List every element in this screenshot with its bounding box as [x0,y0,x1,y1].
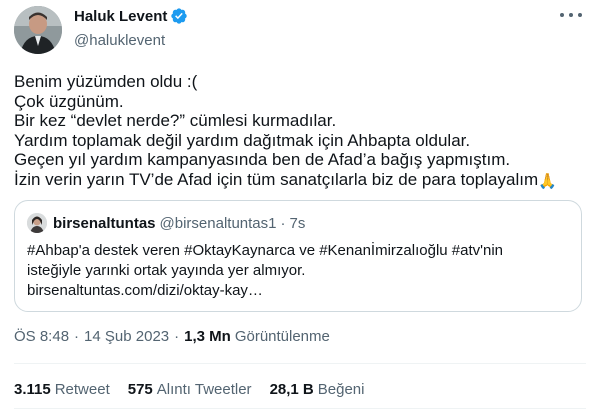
author-handle[interactable]: @haluklevent [74,32,188,49]
views-count: 1,3 Mn [184,328,231,345]
quoted-author-handle: @birsenaltuntas1 [159,214,277,232]
quoted-time: 7s [289,214,306,232]
quote-tweets-link[interactable]: 575 Alıntı Tweetler [128,381,252,398]
divider [14,363,586,364]
folded-hands-emoji-icon: 🙏 [538,172,557,190]
likes-count: 28,1 B [269,381,314,398]
tweet-card: Haluk Levent @haluklevent Benim yüzümden… [0,0,600,418]
author-name[interactable]: Haluk Levent [74,8,167,25]
likes-label: Beğeni [317,381,365,398]
quoted-separator: · [280,214,286,232]
tweet-line: Yardım toplamak değil yardım dağıtmak iç… [14,130,471,150]
retweets-label: Retweet [54,381,110,398]
tweet-meta: ÖS 8:48 · 14 Şub 2023 · 1,3 Mn Görüntüle… [14,328,330,345]
tweet-line-last: İzin verin yarın TV’de Afad için tüm san… [14,170,594,192]
retweets-count: 3.115 [14,381,51,398]
likes-link[interactable]: 28,1 B Beğeni [270,381,365,398]
quoted-link: birsenaltuntas.com/dizi/oktay-kay… [27,282,263,299]
divider [14,408,586,409]
tweet-date[interactable]: 14 Şub 2023 [84,328,169,345]
quoted-line: isteğiyle yarınki ortak yayında yer almı… [27,262,306,279]
retweets-link[interactable]: 3.115 Retweet [14,381,110,398]
quoted-tweet[interactable]: birsenaltuntas @birsenaltuntas1 · 7s #Ah… [14,200,582,312]
verified-badge-icon[interactable] [170,7,188,25]
more-options-icon[interactable] [560,8,582,22]
name-row: Haluk Levent [74,6,188,26]
quotes-label: Alıntı Tweetler [156,381,252,398]
avatar-photo [14,6,62,54]
views-label: Görüntülenme [234,328,330,345]
meta-separator: · [174,328,180,345]
quoted-tweet-header: birsenaltuntas @birsenaltuntas1 · 7s [27,213,305,233]
quoted-tweet-text: #Ahbap'a destek veren #OktayKaynarca ve … [27,241,567,301]
tweet-line: Bir kez “devlet nerde?” cümlesi kurmadıl… [14,111,337,130]
tweet-line: Geçen yıl yardım kampanyasında ben de Af… [14,150,511,169]
tweet-line: Çok üzgünüm. [14,91,124,111]
tweet-text: Benim yüzümden oldu :( Çok üzgünüm. Bir … [14,72,594,191]
tweet-line: Benim yüzümden oldu :( [14,72,198,91]
tweet-line-text: İzin verin yarın TV’de Afad için tüm san… [14,169,539,189]
tweet-time[interactable]: ÖS 8:48 [14,328,69,345]
quoted-author-avatar [27,213,47,233]
engagement-stats: 3.115 Retweet 575 Alıntı Tweetler 28,1 B… [14,381,382,398]
quotes-count: 575 [127,381,153,398]
quoted-line: #Ahbap'a destek veren #OktayKaynarca ve … [27,242,504,259]
author-avatar[interactable] [14,6,62,54]
author-block: Haluk Levent @haluklevent [74,6,188,49]
meta-separator: · [74,328,80,345]
quoted-author-name: birsenaltuntas [53,214,156,232]
